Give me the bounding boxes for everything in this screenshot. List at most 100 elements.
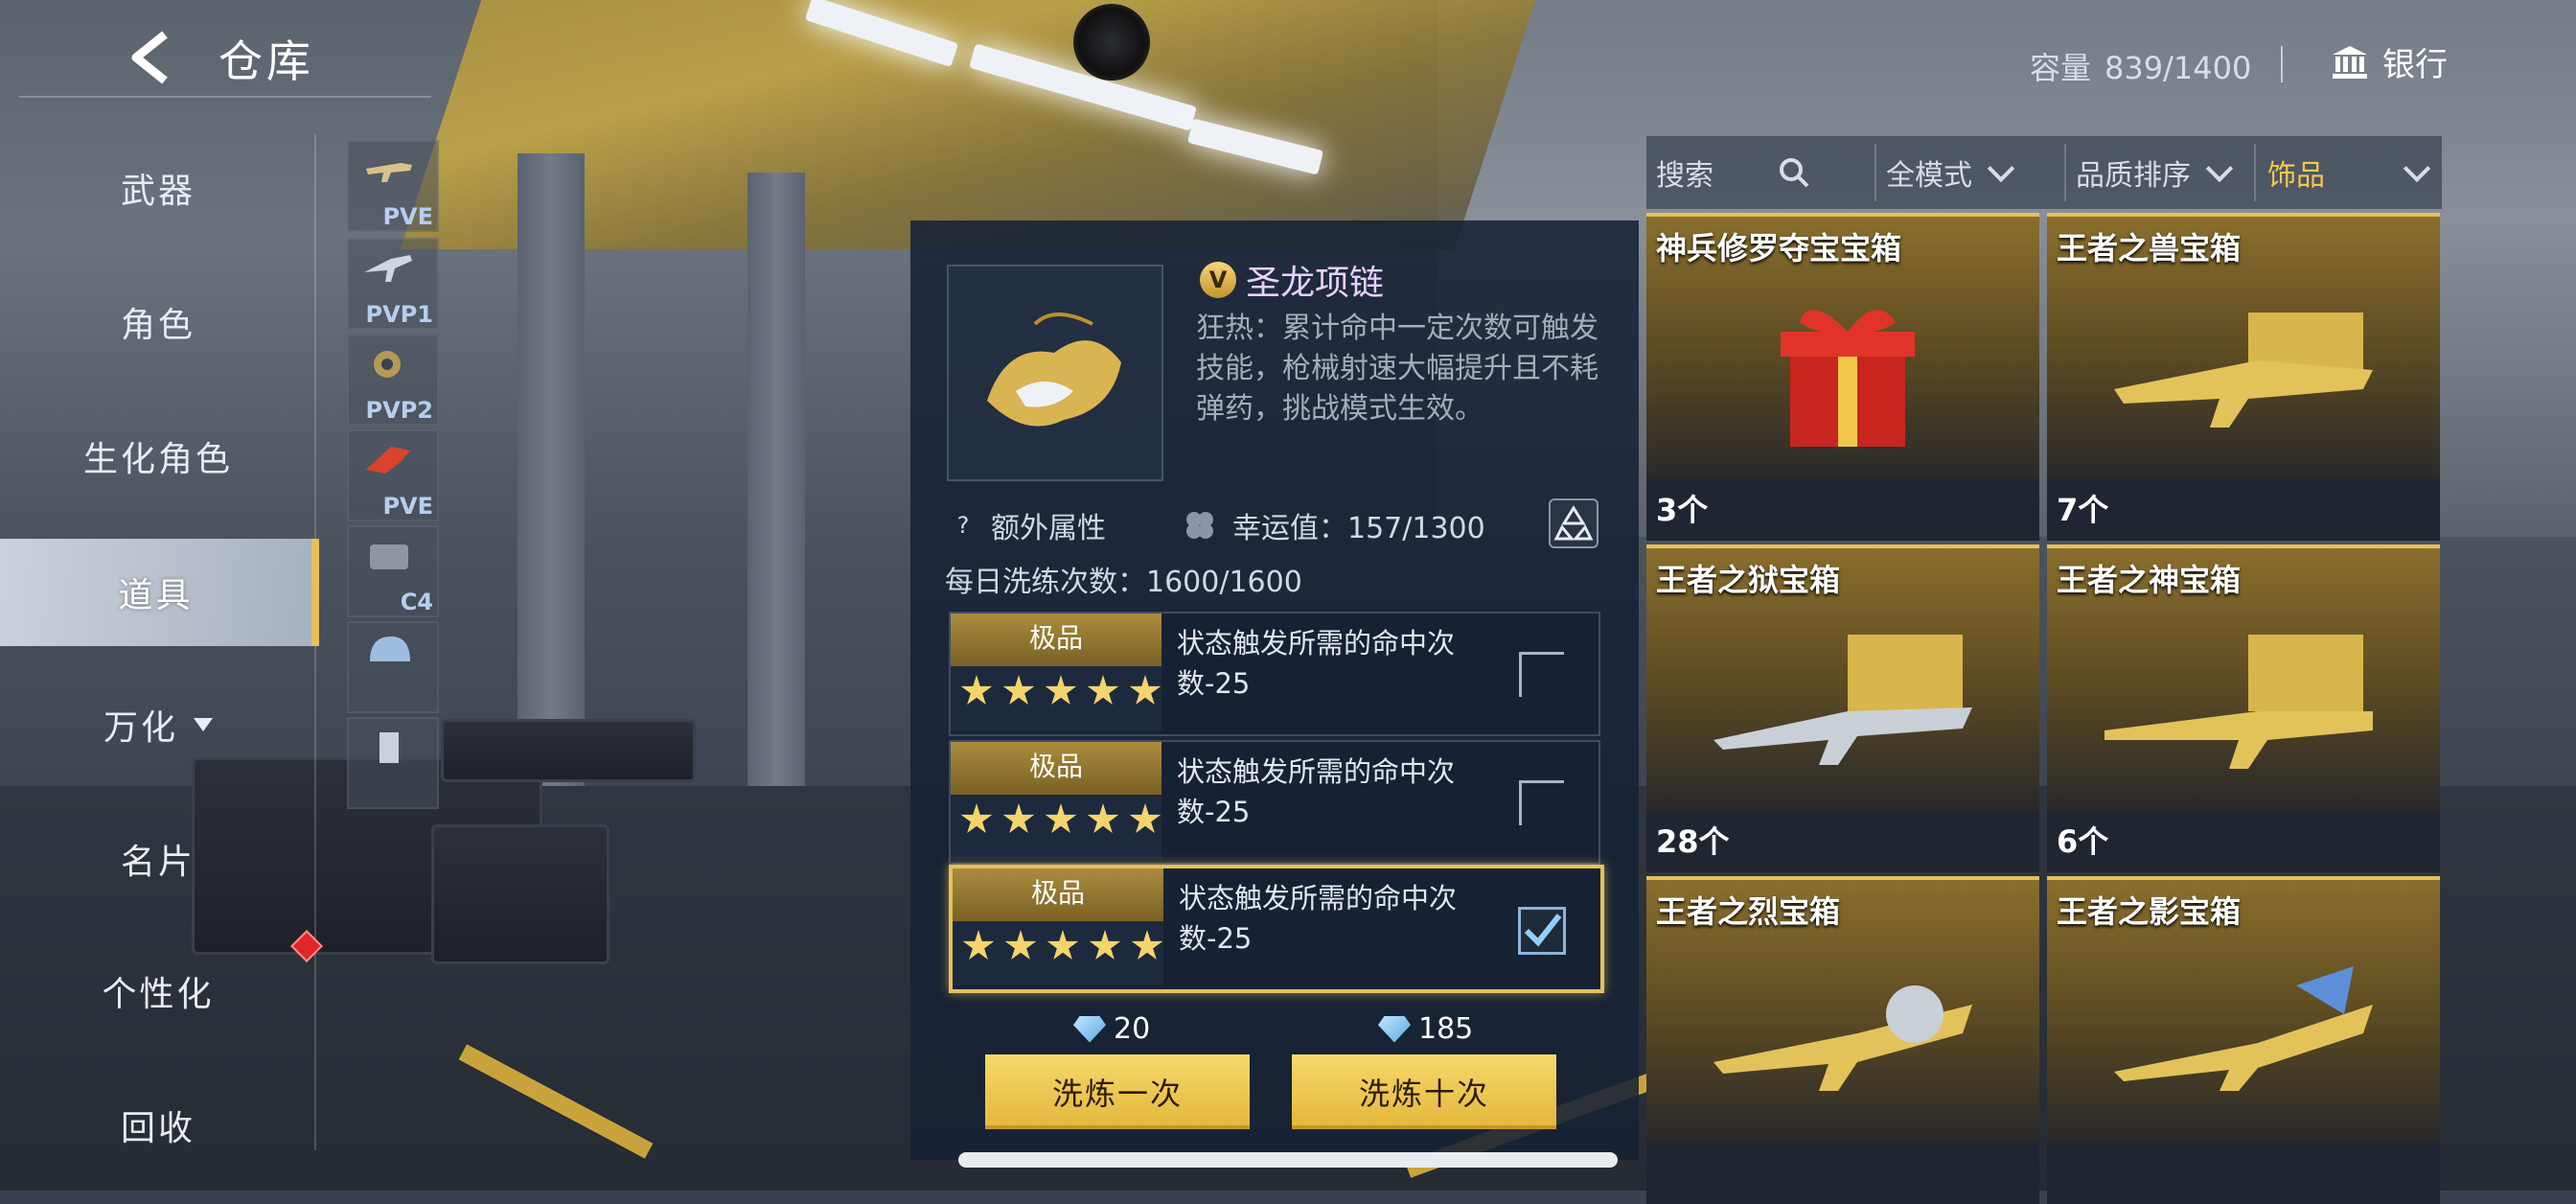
gear-icon xyxy=(374,351,401,378)
star-icon xyxy=(1089,930,1121,960)
nav-item-wanhua[interactable]: 万化 xyxy=(0,671,316,778)
category-dropdown[interactable]: 饰品 xyxy=(2267,136,2431,209)
grade-tag: 极品 xyxy=(953,868,1163,985)
filter-divider xyxy=(1874,144,1876,201)
cost-once: 20 xyxy=(1073,1012,1150,1046)
star-icon xyxy=(1087,803,1119,833)
sort-value: 品质排序 xyxy=(2076,159,2191,193)
item-card-name: 王者之影宝箱 xyxy=(2057,893,2242,930)
subcategory-pve-2[interactable]: PVE xyxy=(347,429,439,521)
refine-option-2[interactable]: 极品 状态触发所需的命中次数-25 xyxy=(949,740,1600,865)
expand-triangle-icon xyxy=(194,718,213,731)
pillar xyxy=(748,173,805,805)
item-card-count xyxy=(1646,1143,2039,1204)
item-card-count: 6个 xyxy=(2047,811,2440,872)
refine-option-1[interactable]: 极品 状态触发所需的命中次数-25 xyxy=(949,612,1600,736)
extra-attributes[interactable]: ? 额外属性 xyxy=(949,504,1106,546)
option-text: 状态触发所需的命中次数-25 xyxy=(1179,882,1458,955)
cost-ten: 185 xyxy=(1378,1012,1473,1046)
item-card-name: 神兵修罗夺宝宝箱 xyxy=(1656,230,1902,266)
nav-label: 道具 xyxy=(118,576,194,615)
crate xyxy=(441,719,696,782)
nav-label: 个性化 xyxy=(102,975,215,1014)
helmet-icon xyxy=(370,637,410,661)
nav-item-zombie-characters[interactable]: 生化角色 xyxy=(0,403,316,510)
subcategory-helmet[interactable] xyxy=(347,621,439,713)
nav-label: 名片 xyxy=(120,843,196,882)
chevron-down-icon xyxy=(1987,154,2015,183)
star-icon xyxy=(1002,803,1035,833)
home-indicator xyxy=(958,1152,1618,1168)
item-detail-panel: V 圣龙项链 狂热：累计命中一定次数可触发技能，枪械射速大幅提升且不耗弹药，挑战… xyxy=(910,220,1639,1160)
subcategory-pvp2[interactable]: PVP2 xyxy=(347,334,439,426)
star-rating xyxy=(960,803,1162,836)
nav-label: 万化 xyxy=(103,708,178,748)
nav-label: 角色 xyxy=(120,306,196,345)
figure-icon xyxy=(380,732,399,763)
mode-dropdown[interactable]: 全模式 xyxy=(1886,136,2015,209)
capacity-label: 容量 xyxy=(2030,50,2092,86)
rifle-icon xyxy=(1714,985,1972,1091)
bomb-icon xyxy=(370,544,408,569)
item-card-count: 3个 xyxy=(1646,479,2039,541)
star-icon xyxy=(1045,803,1077,833)
item-card[interactable]: 王者之烈宝箱 xyxy=(1646,876,2039,1204)
sort-dropdown[interactable]: 品质排序 xyxy=(2076,136,2234,209)
nav-label: 生化角色 xyxy=(82,440,233,479)
filter-divider xyxy=(2064,144,2066,201)
item-card[interactable]: 王者之神宝箱 6个 xyxy=(2047,544,2440,872)
nav-item-characters[interactable]: 角色 xyxy=(0,268,316,376)
dragon-necklace-icon xyxy=(987,313,1121,427)
page-title: 仓库 xyxy=(218,35,314,87)
item-card-name: 王者之烈宝箱 xyxy=(1656,893,1841,930)
luck-text: 幸运值：157/1300 xyxy=(1232,512,1485,545)
subcategory-label: PVE xyxy=(382,493,433,520)
search-input[interactable]: 搜索 xyxy=(1656,151,1714,194)
star-icon xyxy=(1131,930,1163,960)
item-card[interactable]: 王者之兽宝箱 7个 xyxy=(2047,213,2440,541)
subcategory-figure[interactable] xyxy=(347,717,439,809)
star-icon xyxy=(1046,930,1079,960)
grade-label: 极品 xyxy=(1028,622,1083,654)
subcategory-c4[interactable]: C4 xyxy=(347,525,439,617)
option-text: 状态触发所需的命中次数-25 xyxy=(1177,627,1456,700)
refine-option-3[interactable]: 极品 状态触发所需的命中次数-25 xyxy=(949,865,1604,993)
nav-label: 回收 xyxy=(120,1109,196,1148)
checkmark-icon[interactable] xyxy=(1518,907,1566,955)
grade-label: 极品 xyxy=(1030,877,1085,909)
mode-value: 全模式 xyxy=(1886,159,1972,193)
category-value: 饰品 xyxy=(2267,159,2325,193)
nav-item-props[interactable]: 道具 xyxy=(0,539,319,646)
item-card[interactable]: 王者之狱宝箱 28个 xyxy=(1646,544,2039,872)
item-card[interactable]: 神兵修罗夺宝宝箱 3个 xyxy=(1646,213,2039,541)
refine-once-button[interactable]: 洗炼一次 xyxy=(985,1054,1250,1129)
search-icon[interactable] xyxy=(1777,155,1811,190)
subcategory-pve[interactable]: PVE xyxy=(347,140,439,232)
item-card[interactable]: 王者之影宝箱 xyxy=(2047,876,2440,1204)
bank-button[interactable]: 银行 xyxy=(2331,38,2448,85)
rifle-icon xyxy=(2114,966,2373,1091)
nav-item-personalize[interactable]: 个性化 xyxy=(0,938,316,1045)
option-checkbox[interactable] xyxy=(1519,652,1564,697)
capacity-display: 容量 839/1400 xyxy=(2030,44,2251,88)
item-card-name: 王者之狱宝箱 xyxy=(1656,562,1841,598)
nav-item-cards[interactable]: 名片 xyxy=(0,805,316,913)
subcategory-pvp1[interactable]: PVP1 xyxy=(347,238,439,330)
option-checkbox[interactable] xyxy=(1519,780,1564,825)
search-box[interactable]: 搜索 xyxy=(1656,136,1838,209)
cost-once-value: 20 xyxy=(1114,1012,1151,1046)
option-text: 状态触发所需的命中次数-25 xyxy=(1177,755,1456,828)
item-card-count: 7个 xyxy=(2047,479,2440,541)
crate xyxy=(431,824,610,964)
refine-ten-button[interactable]: 洗炼十次 xyxy=(1292,1054,1556,1129)
title-divider xyxy=(19,96,431,98)
star-icon xyxy=(960,803,993,833)
back-arrow-icon[interactable] xyxy=(125,29,182,86)
nav-item-weapons[interactable]: 武器 xyxy=(0,134,316,242)
star-icon xyxy=(1045,675,1077,705)
nav-item-recycle[interactable]: 回收 xyxy=(0,1072,316,1179)
header-divider xyxy=(2281,46,2283,82)
recycle-icon[interactable] xyxy=(1549,498,1598,548)
item-thumbnail xyxy=(947,265,1163,481)
gun-icon xyxy=(364,255,412,282)
